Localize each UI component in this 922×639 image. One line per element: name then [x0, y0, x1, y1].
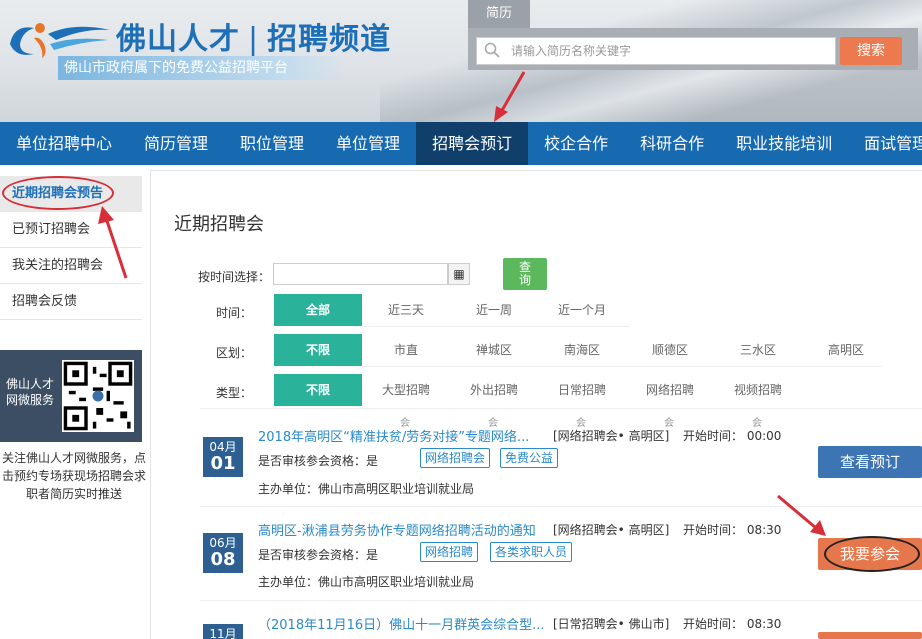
nav-item-resume[interactable]: 简历管理 — [128, 122, 224, 165]
brand-subtitle: 佛山市政府属下的免费公益招聘平台 — [58, 56, 348, 80]
search-icon — [484, 42, 500, 58]
event-start-time: 开始时间： 08:30 — [683, 523, 782, 537]
sidebar-item-followed-fairs[interactable]: 我关注的招聘会 — [0, 248, 142, 284]
event-tag: 网络招聘会 — [420, 448, 491, 468]
calendar-icon[interactable]: ▦ — [448, 263, 470, 285]
brand-title-main: 佛山人才 — [116, 22, 240, 57]
type-option-daily[interactable]: 日常招聘 — [554, 374, 610, 406]
event-month: 11月 — [209, 627, 237, 639]
type-filter-label: 类型： — [216, 386, 253, 400]
area-option-chancheng[interactable]: 禅城区 — [470, 334, 518, 366]
area-option-gaoming[interactable]: 高明区 — [822, 334, 870, 366]
time-option-week[interactable]: 近一周 — [466, 294, 522, 326]
join-fair-button-partial[interactable] — [818, 632, 922, 639]
divider — [362, 326, 630, 327]
area-option-any[interactable]: 不限 — [274, 334, 362, 366]
nav-item-research[interactable]: 科研合作 — [624, 122, 720, 165]
type-option-video[interactable]: 视频招聘 — [730, 374, 786, 406]
event-review-status: 是否审核参会资格：是 — [258, 454, 379, 468]
area-option-nanhai[interactable]: 南海区 — [558, 334, 606, 366]
sidebar-item-booked-fairs[interactable]: 已预订招聘会 — [0, 212, 142, 248]
main-nav: 单位招聘中心 简历管理 职位管理 单位管理 招聘会预订 校企合作 科研合作 职业… — [0, 122, 922, 165]
event-start-time: 开始时间： 00:00 — [683, 429, 782, 443]
annotation-circle — [2, 176, 114, 210]
event-day: 08 — [210, 549, 236, 570]
type-option-large[interactable]: 大型招聘 — [378, 374, 434, 406]
event-organizer: 主办单位：佛山市高明区职业培训就业局 — [258, 482, 475, 496]
event-date-badge: 06月 08 — [203, 533, 243, 573]
nav-item-skills-training[interactable]: 职业技能培训 — [720, 122, 848, 165]
divider — [200, 506, 922, 507]
event-start-time: 开始时间： 08:30 — [683, 617, 782, 631]
brand-title-channel: 招聘频道 — [267, 22, 392, 57]
promo-line-1: 佛山人才 — [6, 377, 55, 391]
site-logo-icon[interactable] — [4, 14, 114, 62]
brand-divider: | — [248, 22, 260, 57]
view-booking-button[interactable]: 查看预订 — [818, 446, 922, 478]
qr-code-icon — [62, 360, 134, 432]
event-category: [网络招聘会• 高明区] — [553, 429, 670, 443]
type-option-outbound[interactable]: 外出招聘 — [466, 374, 522, 406]
event-tag: 免费公益 — [500, 448, 559, 468]
search-tab-resume[interactable]: 简历 — [468, 0, 530, 28]
divider — [362, 366, 882, 367]
nav-item-company[interactable]: 单位管理 — [320, 122, 416, 165]
area-option-shunde[interactable]: 顺德区 — [646, 334, 694, 366]
divider — [200, 600, 922, 601]
time-option-3days[interactable]: 近三天 — [378, 294, 434, 326]
brand-title: 佛山人才 | 招聘频道 — [116, 14, 391, 58]
divider — [200, 408, 922, 409]
time-option-month[interactable]: 近一个月 — [550, 294, 614, 326]
page-title: 近期招聘会 — [174, 214, 264, 235]
date-filter-label: 按时间选择： — [198, 270, 271, 284]
type-option-any[interactable]: 不限 — [274, 374, 362, 406]
event-day: 01 — [210, 453, 236, 474]
event-date-badge: 11月 — [203, 624, 243, 639]
annotation-circle — [824, 536, 920, 572]
event-category: [日常招聘会• 佛山市] — [553, 617, 670, 631]
event-month: 04月 — [209, 440, 237, 454]
area-filter-label: 区划： — [216, 346, 253, 360]
event-title-link[interactable]: 2018年高明区“精准扶贫/劳务对接”专题网络... — [258, 426, 529, 445]
time-option-all[interactable]: 全部 — [274, 294, 362, 326]
event-date-badge: 04月 01 — [203, 437, 243, 477]
query-button[interactable]: 查 询 — [503, 258, 547, 290]
promo-label: 佛山人才 网微服务 — [6, 376, 54, 408]
nav-item-school-enterprise[interactable]: 校企合作 — [528, 122, 624, 165]
date-input[interactable] — [273, 263, 448, 285]
query-button-line-2: 询 — [518, 273, 531, 287]
search-input[interactable]: 请输入简历名称关键字 — [476, 37, 836, 65]
event-month: 06月 — [209, 536, 237, 550]
nav-item-interview[interactable]: 面试管理 — [848, 122, 922, 165]
event-tag: 网络招聘 — [420, 542, 479, 562]
promo-description: 关注佛山人才网微服务，点击预约专场获现场招聘会求职者简历实时推送 — [1, 451, 146, 501]
nav-item-jobs[interactable]: 职位管理 — [224, 122, 320, 165]
area-option-city[interactable]: 市直 — [386, 334, 426, 366]
sidebar-item-fair-feedback[interactable]: 招聘会反馈 — [0, 284, 142, 320]
event-review-status: 是否审核参会资格：是 — [258, 548, 379, 562]
event-organizer: 主办单位：佛山市高明区职业培训就业局 — [258, 575, 475, 589]
main-panel — [150, 170, 922, 639]
event-category: [网络招聘会• 高明区] — [553, 523, 670, 537]
nav-item-recruit-center[interactable]: 单位招聘中心 — [0, 122, 128, 165]
event-title-link[interactable]: 高明区-湫浦县劳务协作专题网络招聘活动的通知 — [258, 520, 536, 539]
time-filter-label: 时间： — [216, 306, 253, 320]
promo-line-2: 网微服务 — [6, 393, 55, 407]
type-option-online[interactable]: 网络招聘 — [642, 374, 698, 406]
nav-item-job-fair-booking[interactable]: 招聘会预订 — [416, 122, 529, 165]
event-tag: 各类求职人员 — [490, 542, 573, 562]
area-option-sanshui[interactable]: 三水区 — [734, 334, 782, 366]
event-title-link[interactable]: （2018年11月16日）佛山十一月群英会综合型... — [258, 614, 545, 633]
search-button[interactable]: 搜索 — [840, 37, 902, 65]
